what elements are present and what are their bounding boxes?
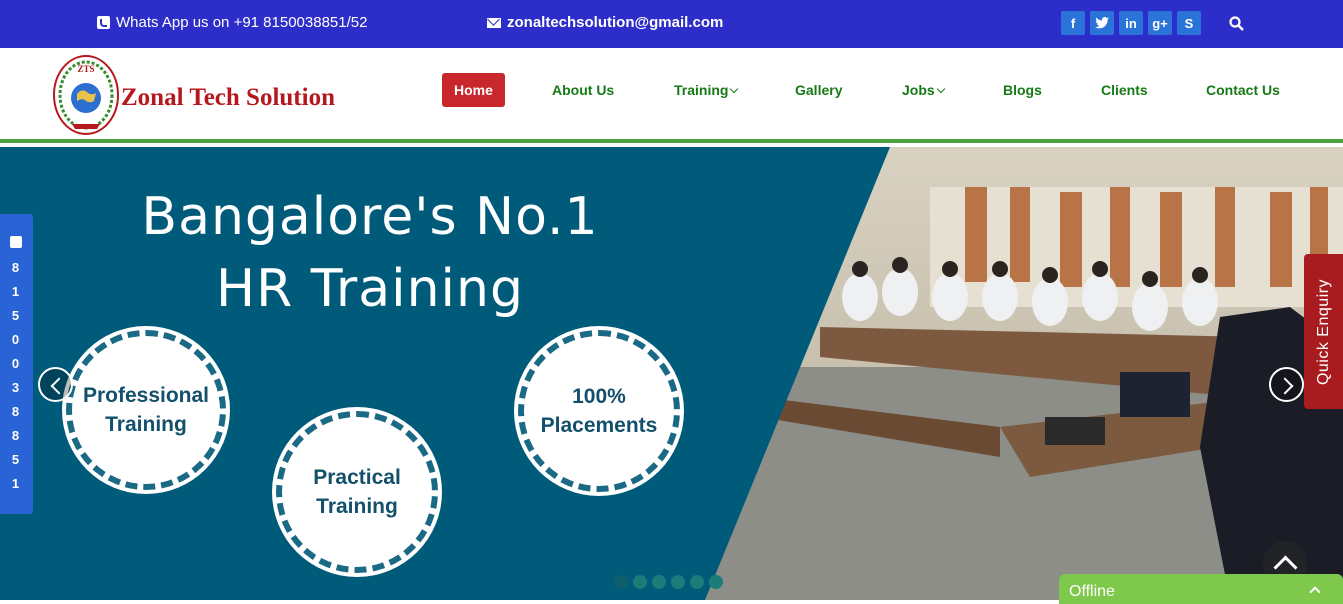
top-bar: Whats App us on +91 8150038851/52 zonalt… xyxy=(0,0,1343,48)
nav-training-label: Training xyxy=(674,82,729,98)
badge-practical-training: Practical Training xyxy=(276,411,438,573)
chevron-up-icon[interactable] xyxy=(1309,586,1321,598)
envelope-icon xyxy=(487,17,501,28)
site-header: ZTS Zonal Tech Solution Home About Us Tr… xyxy=(0,48,1343,143)
slider-dots xyxy=(614,575,723,589)
nav-blogs[interactable]: Blogs xyxy=(1003,73,1042,107)
slider-dot[interactable] xyxy=(652,575,666,589)
headline-line-1: Bangalore's No.1 xyxy=(141,187,599,247)
whatsapp-contact[interactable]: Whats App us on +91 8150038851/52 xyxy=(97,14,367,31)
nav-about-us[interactable]: About Us xyxy=(552,73,614,107)
google-plus-icon[interactable]: g+ xyxy=(1148,11,1172,35)
call-sidebar[interactable]: 8 1 5 0 0 3 8 8 5 1 xyxy=(0,214,33,514)
slider-dot[interactable] xyxy=(671,575,685,589)
slider-prev-arrow[interactable] xyxy=(38,367,73,402)
nav-home[interactable]: Home xyxy=(442,73,505,107)
phone-digit: 1 xyxy=(11,476,20,491)
nav-clients[interactable]: Clients xyxy=(1101,73,1148,107)
slider-next-arrow[interactable] xyxy=(1269,367,1304,402)
phone-number-vertical: 8 1 5 0 0 3 8 8 5 1 xyxy=(0,256,31,496)
quick-enquiry-tab[interactable]: Quick Enquiry xyxy=(1304,254,1343,409)
headline-line-2: HR Training xyxy=(216,259,524,319)
phone-digit: 0 xyxy=(11,356,20,371)
phone-digit: 5 xyxy=(11,308,20,323)
skype-icon[interactable]: S xyxy=(1177,11,1201,35)
nav-jobs[interactable]: Jobs xyxy=(902,73,945,107)
phone-digit: 3 xyxy=(11,380,20,395)
search-icon[interactable] xyxy=(1229,16,1244,31)
phone-digit: 8 xyxy=(11,404,20,419)
nav-training[interactable]: Training xyxy=(674,73,739,107)
phone-digit: 8 xyxy=(11,428,20,443)
linkedin-icon[interactable]: in xyxy=(1119,11,1143,35)
nav-gallery[interactable]: Gallery xyxy=(795,73,842,107)
slider-dot[interactable] xyxy=(614,575,628,589)
twitter-icon[interactable] xyxy=(1090,11,1114,35)
hero-slider: Bangalore's No.1 HR Training Professiona… xyxy=(0,147,1343,600)
phone-digit: 5 xyxy=(11,452,20,467)
email-text: zonaltechsolution@gmail.com xyxy=(507,14,724,31)
whatsapp-text: Whats App us on +91 8150038851/52 xyxy=(116,14,368,31)
badge-placements: 100% Placements xyxy=(518,330,680,492)
phone-digit: 8 xyxy=(11,260,20,275)
main-nav: Home About Us Training Gallery Jobs Blog… xyxy=(0,73,1343,107)
chevron-down-icon xyxy=(730,84,739,94)
email-contact[interactable]: zonaltechsolution@gmail.com xyxy=(487,14,723,31)
chevron-down-icon xyxy=(936,84,945,94)
phone-digit: 1 xyxy=(11,284,20,299)
phone-digit: 0 xyxy=(11,332,20,347)
nav-jobs-label: Jobs xyxy=(902,82,935,98)
nav-contact-us[interactable]: Contact Us xyxy=(1206,73,1280,107)
quick-enquiry-label: Quick Enquiry xyxy=(1314,278,1332,385)
chat-status: Offline xyxy=(1069,583,1115,600)
slider-dot[interactable] xyxy=(633,575,647,589)
social-links: f in g+ S xyxy=(1061,11,1201,35)
slider-dot[interactable] xyxy=(690,575,704,589)
phone-icon xyxy=(10,236,22,248)
phone-icon xyxy=(97,16,110,29)
facebook-icon[interactable]: f xyxy=(1061,11,1085,35)
slider-dot[interactable] xyxy=(709,575,723,589)
badge-professional-training: Professional Training xyxy=(66,330,226,490)
